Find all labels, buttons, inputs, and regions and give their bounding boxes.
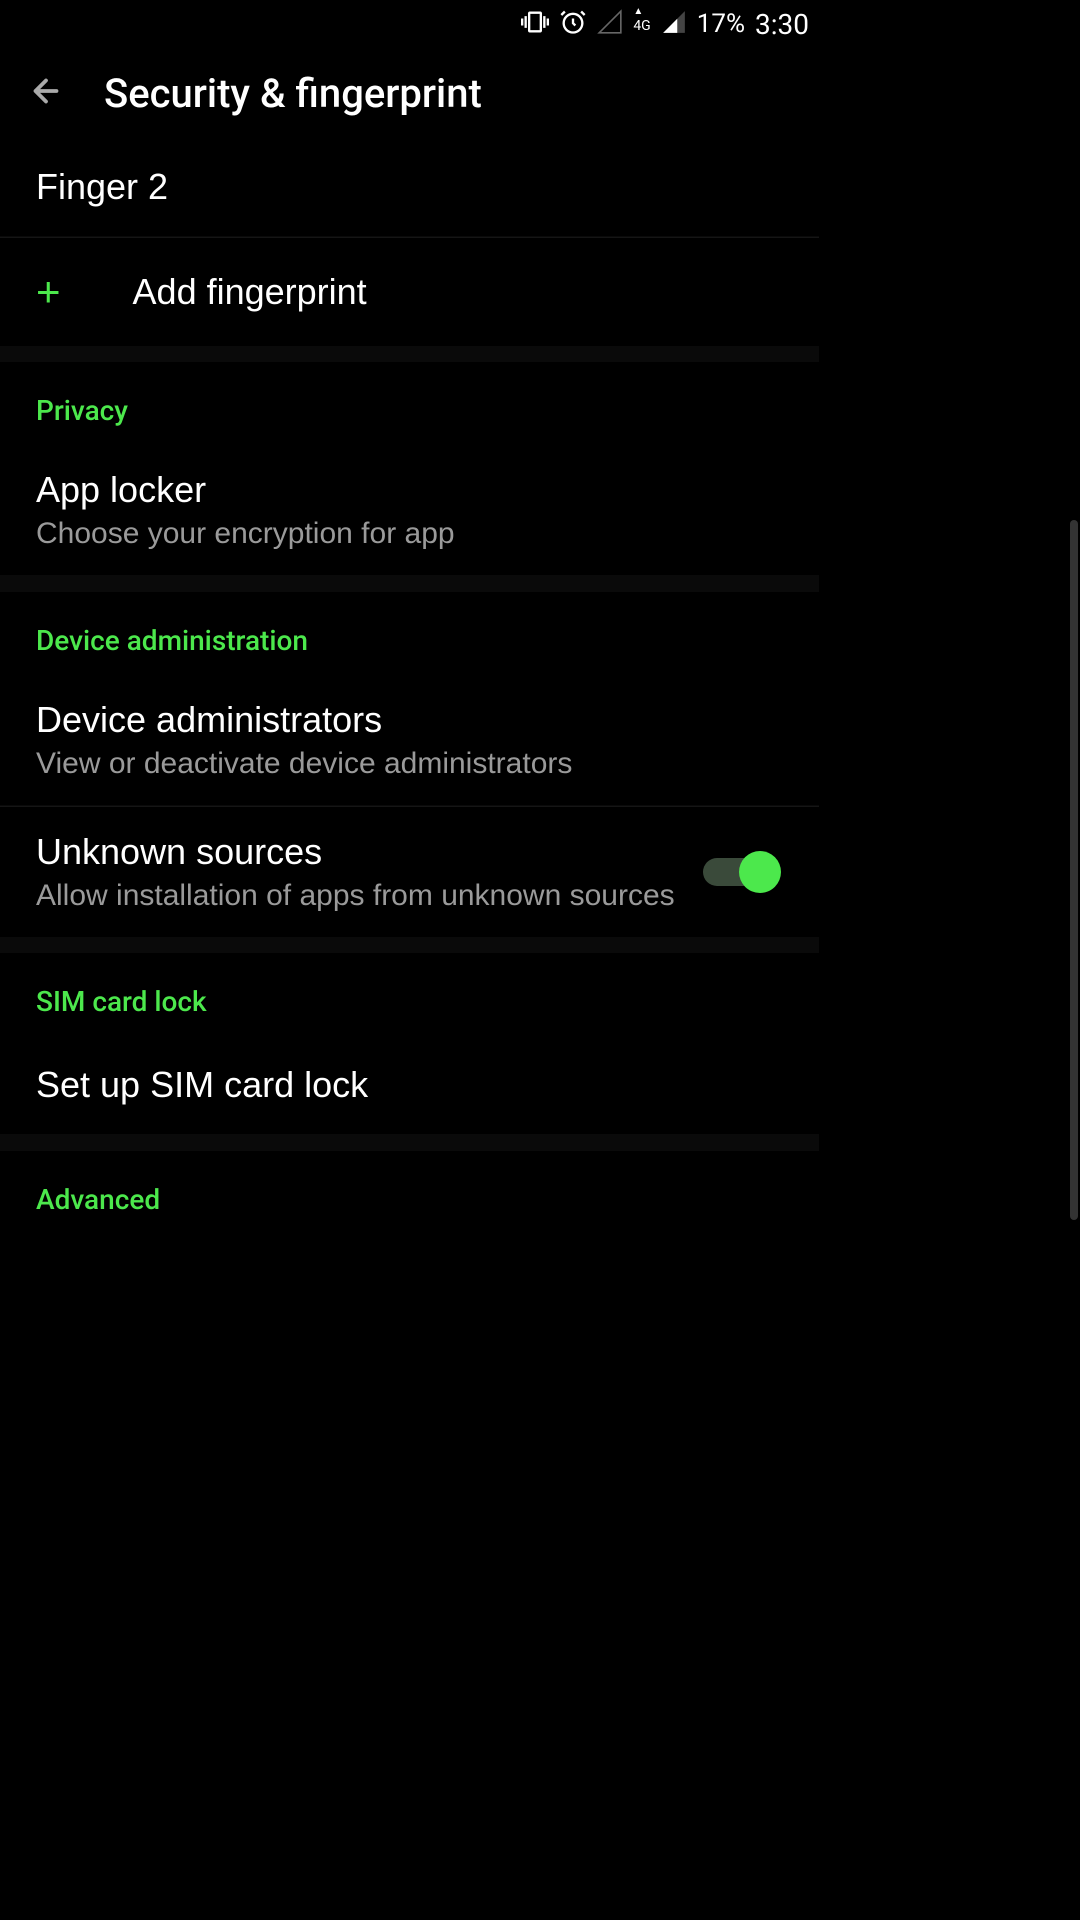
section-header-device-admin: Device administration [0, 592, 819, 675]
clock-time: 3:30 [755, 8, 809, 41]
section-header-advanced: Advanced [0, 1151, 819, 1234]
sim-card-lock-item[interactable]: Set up SIM card lock [0, 1036, 819, 1135]
signal-empty-icon [597, 9, 623, 39]
network-type-label: ▲4G [633, 2, 650, 34]
alarm-icon [559, 8, 587, 40]
app-locker-title: App locker [36, 469, 783, 511]
section-gap [0, 346, 819, 362]
unknown-sources-subtitle: Allow installation of apps from unknown … [36, 879, 703, 913]
device-administrators-item[interactable]: Device administrators View or deactivate… [0, 675, 819, 806]
status-bar: ▲4G 17% 3:30 [0, 0, 819, 48]
unknown-sources-item[interactable]: Unknown sources Allow installation of ap… [0, 807, 819, 937]
status-icons: ▲4G 17% 3:30 [521, 8, 809, 41]
battery-percentage: 17% [697, 9, 745, 39]
fingerprint-item-finger2[interactable]: Finger 2 [0, 138, 819, 237]
add-fingerprint-button[interactable]: + Add fingerprint [0, 238, 819, 346]
toggle-knob [739, 851, 781, 893]
sim-card-lock-title: Set up SIM card lock [36, 1064, 783, 1106]
device-administrators-subtitle: View or deactivate device administrators [36, 747, 783, 781]
app-locker-item[interactable]: App locker Choose your encryption for ap… [0, 445, 819, 576]
app-locker-subtitle: Choose your encryption for app [36, 517, 783, 551]
app-bar: Security & fingerprint [0, 48, 819, 138]
vibrate-icon [521, 8, 549, 40]
section-gap [0, 576, 819, 592]
device-administrators-title: Device administrators [36, 699, 783, 741]
add-fingerprint-label: Add fingerprint [133, 271, 367, 313]
section-gap [0, 1135, 819, 1151]
section-header-privacy: Privacy [0, 362, 819, 445]
section-header-sim-lock: SIM card lock [0, 953, 819, 1036]
plus-icon: + [36, 268, 61, 316]
unknown-sources-title: Unknown sources [36, 831, 703, 873]
page-title: Security & fingerprint [104, 70, 482, 117]
signal-icon [661, 9, 687, 39]
unknown-sources-toggle[interactable] [703, 858, 775, 886]
section-gap [0, 937, 819, 953]
back-arrow-icon[interactable] [28, 73, 64, 114]
fingerprint-label: Finger 2 [36, 166, 783, 208]
scrollbar[interactable] [1070, 520, 1078, 1220]
